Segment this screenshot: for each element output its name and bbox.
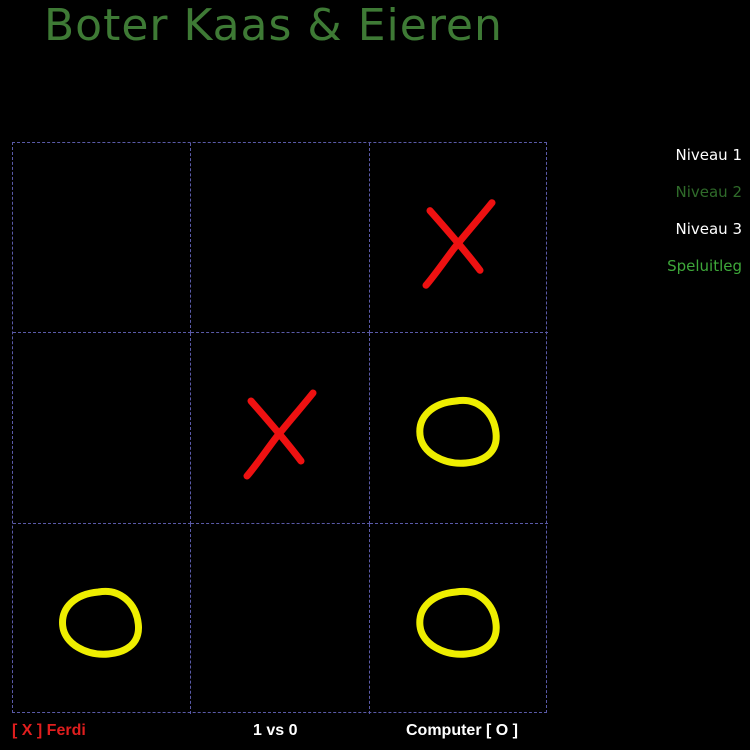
player-2-label: Computer [ O ] (406, 722, 518, 739)
o-mark-icon (416, 587, 500, 658)
board-cell-9[interactable] (370, 524, 548, 714)
board-cell-6[interactable] (370, 333, 548, 524)
board-cell-5[interactable] (191, 333, 370, 524)
game-board (12, 142, 548, 714)
board-cell-1[interactable] (13, 143, 191, 333)
board-cell-4[interactable] (13, 333, 191, 524)
scoreboard: [ X ] Ferdi 1 vs 0 Computer [ O ] (0, 722, 750, 746)
player-1-label: [ X ] Ferdi (12, 722, 86, 739)
game-title: Boter Kaas & Eieren (44, 0, 503, 51)
board-cell-8[interactable] (191, 524, 370, 714)
x-mark-icon (422, 199, 496, 289)
board-cell-2[interactable] (191, 143, 370, 333)
menu-item-niveau-3[interactable]: Niveau 3 (622, 220, 742, 238)
menu-item-niveau-2[interactable]: Niveau 2 (622, 183, 742, 201)
board-cell-3[interactable] (370, 143, 548, 333)
menu-item-speluitleg[interactable]: Speluitleg (622, 257, 742, 275)
score-display: 1 vs 0 (253, 722, 298, 739)
board-cell-7[interactable] (13, 524, 191, 714)
level-menu: Niveau 1 Niveau 2 Niveau 3 Speluitleg (622, 146, 742, 294)
o-mark-icon (416, 396, 500, 467)
menu-item-niveau-1[interactable]: Niveau 1 (622, 146, 742, 164)
x-mark-icon (243, 389, 317, 480)
o-mark-icon (59, 587, 142, 658)
